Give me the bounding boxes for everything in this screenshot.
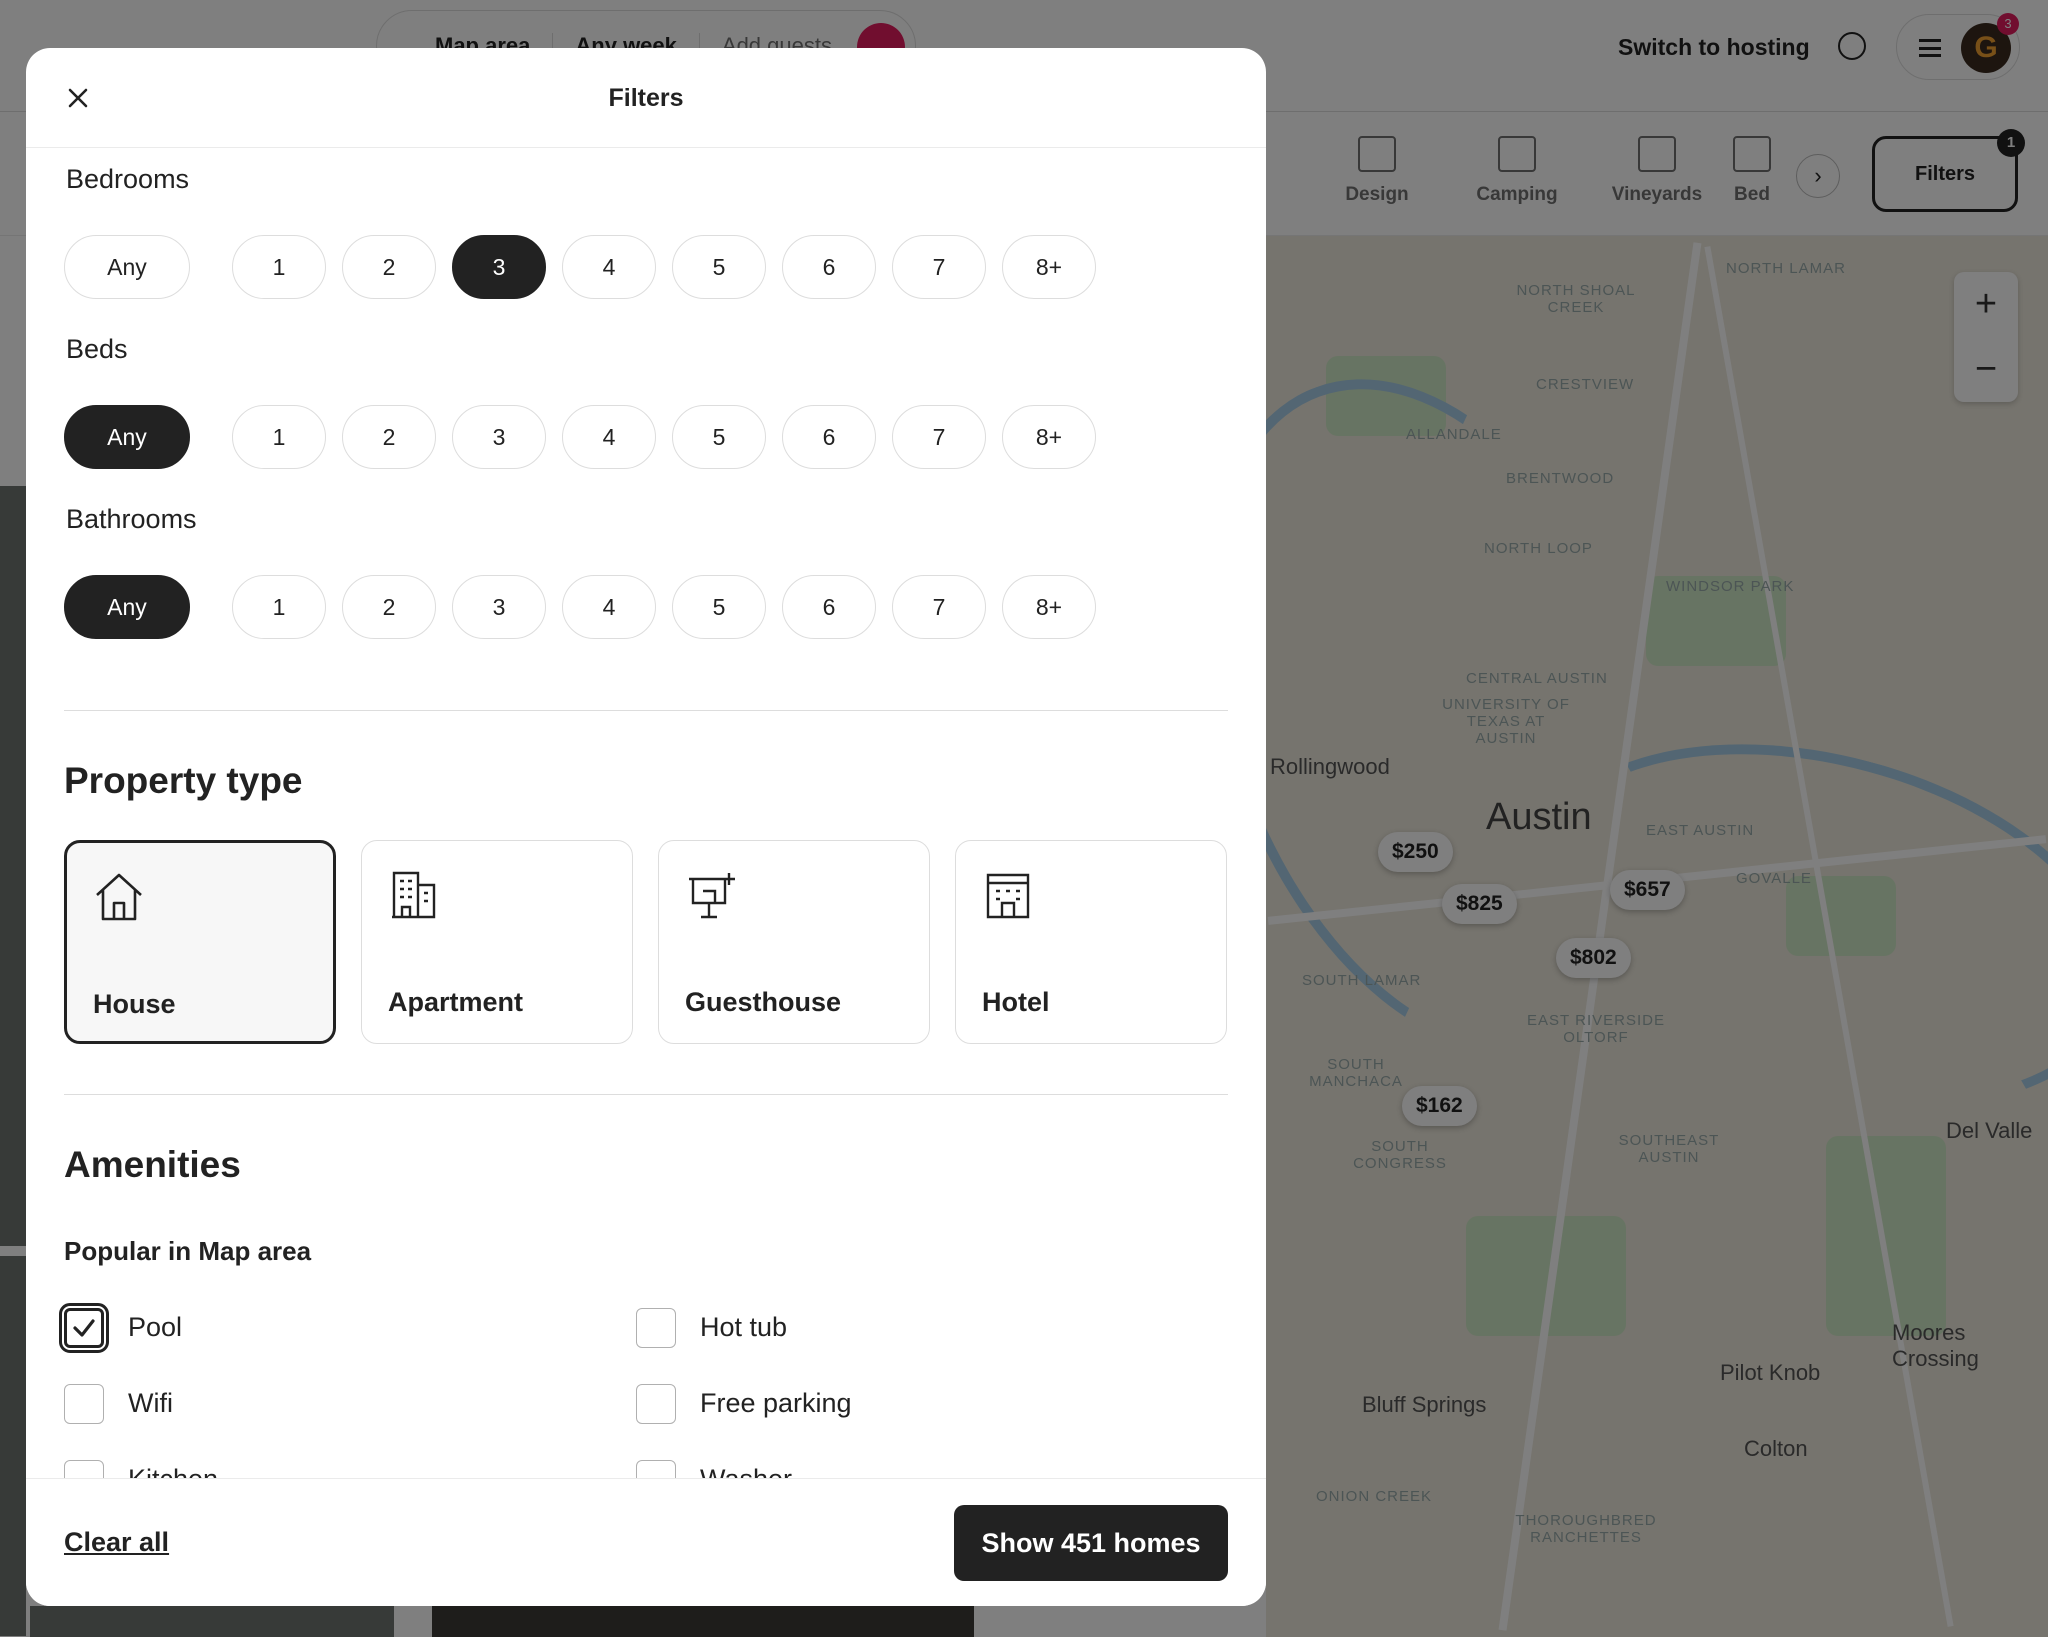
bathrooms-option-2[interactable]: 2 [342, 575, 436, 639]
washer-checkbox[interactable] [636, 1460, 676, 1478]
wifi-checkbox[interactable] [64, 1384, 104, 1424]
section-divider [64, 710, 1228, 711]
bathrooms-option-1[interactable]: 1 [232, 575, 326, 639]
bathrooms-option-5[interactable]: 5 [672, 575, 766, 639]
hotel-icon [986, 873, 1030, 919]
show-homes-button[interactable]: Show 451 homes [954, 1505, 1228, 1581]
guesthouse-icon [689, 873, 735, 919]
bathrooms-option-8-plus[interactable]: 8+ [1002, 575, 1096, 639]
property-type-label: Guesthouse [685, 987, 842, 1017]
property-type-apartment[interactable]: Apartment [361, 840, 633, 1044]
bedrooms-option-1[interactable]: 1 [232, 235, 326, 299]
modal-title: Filters [608, 84, 684, 112]
apartment-icon [392, 871, 436, 919]
hot-tub-checkbox[interactable] [636, 1308, 676, 1348]
bathrooms-option-4[interactable]: 4 [562, 575, 656, 639]
beds-option-7[interactable]: 7 [892, 405, 986, 469]
property-type-label: Apartment [388, 987, 524, 1017]
bedrooms-option-5[interactable]: 5 [672, 235, 766, 299]
amenity-label: Kitchen [128, 1464, 218, 1478]
property-type-hotel[interactable]: Hotel [955, 840, 1227, 1044]
bathrooms-option-6[interactable]: 6 [782, 575, 876, 639]
kitchen-checkbox[interactable] [64, 1460, 104, 1478]
bathrooms-option-7[interactable]: 7 [892, 575, 986, 639]
bedrooms-option-4[interactable]: 4 [562, 235, 656, 299]
property-type-title: Property type [64, 760, 303, 801]
bedrooms-option-2[interactable]: 2 [342, 235, 436, 299]
clear-all-button[interactable]: Clear all [64, 1527, 169, 1558]
beds-option-5[interactable]: 5 [672, 405, 766, 469]
beds-option-2[interactable]: 2 [342, 405, 436, 469]
section-divider [64, 1094, 1228, 1095]
beds-option-3[interactable]: 3 [452, 405, 546, 469]
property-type-label: Hotel [982, 987, 1050, 1017]
bathrooms-label: Bathrooms [66, 504, 197, 534]
pool-checkbox[interactable] [59, 1303, 109, 1353]
amenities-group-title: Popular in Map area [64, 1236, 312, 1266]
bedrooms-option-6[interactable]: 6 [782, 235, 876, 299]
bedrooms-option-3[interactable]: 3 [452, 235, 546, 299]
amenity-label: Wifi [128, 1388, 173, 1418]
modal-body: Bedrooms Any 1 2 3 4 5 6 7 8+ Beds Any 1 2 3 4 5 6 7 8+ … [26, 148, 1266, 1478]
amenity-label: Pool [128, 1312, 183, 1342]
modal-header: Filters [26, 48, 1266, 148]
beds-option-8-plus[interactable]: 8+ [1002, 405, 1096, 469]
beds-option-6[interactable]: 6 [782, 405, 876, 469]
bedrooms-option-any[interactable]: Any [64, 235, 190, 299]
bedrooms-option-8-plus[interactable]: 8+ [1002, 235, 1096, 299]
bedrooms-option-7[interactable]: 7 [892, 235, 986, 299]
bathrooms-option-3[interactable]: 3 [452, 575, 546, 639]
beds-option-4[interactable]: 4 [562, 405, 656, 469]
filters-modal: Filters Bedrooms Any 1 2 3 4 5 6 7 8+ Beds Any 1 2… [26, 48, 1266, 1606]
bathrooms-option-any[interactable]: Any [64, 575, 190, 639]
amenity-label: Hot tub [700, 1312, 788, 1342]
amenity-label: Washer [700, 1464, 792, 1478]
property-type-label: House [93, 989, 176, 1019]
checkmark-icon [73, 1319, 95, 1337]
beds-label: Beds [66, 334, 128, 364]
amenity-label: Free parking [700, 1388, 852, 1418]
property-type-house[interactable]: House [64, 840, 336, 1044]
modal-footer: Clear all Show 451 homes [26, 1478, 1266, 1606]
beds-option-any[interactable]: Any [64, 405, 190, 469]
property-type-guesthouse[interactable]: Guesthouse [658, 840, 930, 1044]
amenities-title: Amenities [64, 1144, 241, 1185]
free-parking-checkbox[interactable] [636, 1384, 676, 1424]
beds-option-1[interactable]: 1 [232, 405, 326, 469]
house-icon [96, 873, 142, 921]
bedrooms-label: Bedrooms [66, 164, 190, 194]
